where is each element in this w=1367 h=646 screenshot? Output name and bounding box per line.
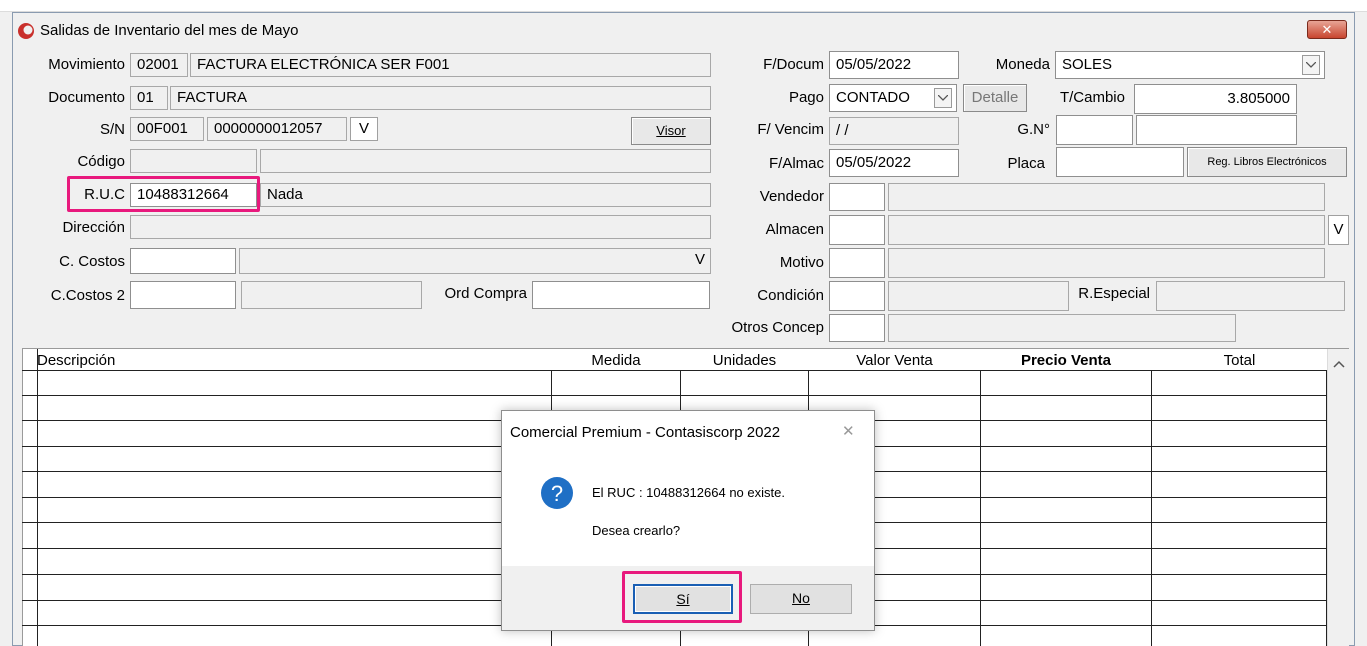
documento-desc-field[interactable]: FACTURA xyxy=(170,86,711,110)
fvencim-label: F/ Vencim xyxy=(757,121,824,138)
gn-numero-field[interactable] xyxy=(1136,115,1297,145)
ccostos-code-field[interactable] xyxy=(130,248,236,274)
grid-row-line xyxy=(22,395,1327,396)
documento-label: Documento xyxy=(48,89,125,106)
ccostos-v-button[interactable]: V xyxy=(695,251,705,268)
reg-libros-electronicos-button[interactable]: Reg. Libros Electrónicos xyxy=(1187,147,1347,177)
almacen-label: Almacen xyxy=(765,221,824,238)
close-window-button[interactable]: ✕ xyxy=(1307,20,1347,39)
otros-concep-label: Otros Concep xyxy=(731,319,824,336)
codigo-code-field[interactable] xyxy=(130,149,257,173)
visor-button[interactable]: Visor xyxy=(631,117,711,145)
direccion-field[interactable] xyxy=(130,215,711,239)
serie-field[interactable]: 00F001 xyxy=(130,117,204,141)
grid-scrollbar[interactable] xyxy=(1327,349,1349,646)
col-header-unidades[interactable]: Unidades xyxy=(680,350,809,372)
vendedor-desc-field[interactable] xyxy=(888,183,1325,211)
motivo-desc-field[interactable] xyxy=(888,248,1325,278)
falmac-field[interactable]: 05/05/2022 xyxy=(829,149,959,177)
col-header-total[interactable]: Total xyxy=(1152,350,1327,372)
otros-concep-desc-field[interactable] xyxy=(888,314,1236,342)
direccion-label: Dirección xyxy=(62,219,125,236)
respecial-label: R.Especial xyxy=(1078,285,1150,302)
tcambio-label: T/Cambio xyxy=(1059,89,1125,106)
question-mark: ? xyxy=(551,481,563,506)
chevron-down-icon xyxy=(1306,62,1316,68)
numero-field[interactable]: 0000000012057 xyxy=(207,117,347,141)
ord-compra-field[interactable] xyxy=(532,281,710,309)
fvencim-field[interactable]: / / xyxy=(829,117,959,145)
pago-dropdown-arrow[interactable] xyxy=(934,88,952,108)
ruc-name-field[interactable]: Nada xyxy=(260,183,711,207)
fdocum-field[interactable]: 05/05/2022 xyxy=(829,51,959,79)
dialog-message: El RUC : 10488312664 no existe. xyxy=(592,485,785,500)
codigo-label: Código xyxy=(77,153,125,170)
question-icon: ? xyxy=(541,477,573,509)
moneda-label: Moneda xyxy=(995,56,1050,73)
chevron-down-icon xyxy=(938,95,948,101)
dialog-title: Comercial Premium - Contasiscorp 2022 xyxy=(510,424,781,441)
falmac-label: F/Almac xyxy=(768,155,824,172)
app-logo-icon xyxy=(18,23,34,39)
condicion-code-field[interactable] xyxy=(829,281,885,311)
condicion-label: Condición xyxy=(757,287,824,304)
gn-serie-field[interactable] xyxy=(1056,115,1133,145)
tcambio-field[interactable]: 3.805000 xyxy=(1134,84,1297,114)
col-header-medida[interactable]: Medida xyxy=(552,350,680,372)
placa-label: Placa xyxy=(1007,155,1045,172)
ruc-highlight xyxy=(67,176,260,212)
motivo-label: Motivo xyxy=(779,254,824,271)
documento-code-field[interactable]: 01 xyxy=(130,86,168,110)
chevron-up-icon xyxy=(1333,360,1345,368)
ccostos2-label: C.Costos 2 xyxy=(50,287,125,304)
ccostos2-code-field[interactable] xyxy=(130,281,236,309)
sn-v-button[interactable]: V xyxy=(350,117,378,141)
pago-label: Pago xyxy=(788,89,824,106)
otros-concep-code-field[interactable] xyxy=(829,314,885,342)
yes-button-highlight xyxy=(622,571,742,623)
grid-column-line xyxy=(980,370,981,646)
col-header-precio-venta[interactable]: Precio Venta xyxy=(980,350,1152,372)
movimiento-label: Movimiento xyxy=(48,56,125,73)
col-header-descripcion[interactable]: Descripción xyxy=(37,350,115,372)
condicion-desc-field[interactable] xyxy=(888,281,1069,311)
background-strip xyxy=(0,0,1367,12)
grid-column-line xyxy=(1151,370,1152,646)
respecial-field[interactable] xyxy=(1156,281,1345,311)
ccostos-desc-field[interactable] xyxy=(239,248,711,274)
moneda-select[interactable]: SOLES xyxy=(1055,51,1325,79)
ccostos-label: C. Costos xyxy=(59,253,125,270)
movimiento-code-field[interactable]: 02001 xyxy=(130,53,188,77)
sn-label: S/N xyxy=(99,121,125,138)
almacen-code-field[interactable] xyxy=(829,215,885,245)
almacen-v-button[interactable]: V xyxy=(1328,215,1349,245)
no-button[interactable]: No xyxy=(750,584,852,614)
gn-label: G.N° xyxy=(1017,121,1050,138)
motivo-code-field[interactable] xyxy=(829,248,885,278)
ord-compra-label: Ord Compra xyxy=(444,285,527,302)
placa-field[interactable] xyxy=(1056,147,1184,177)
vendedor-code-field[interactable] xyxy=(829,183,885,211)
codigo-desc-field[interactable] xyxy=(260,149,711,173)
window-title: Salidas de Inventario del mes de Mayo xyxy=(40,22,299,39)
movimiento-desc-field[interactable]: FACTURA ELECTRÓNICA SER F001 xyxy=(190,53,711,77)
grid-row-line xyxy=(22,370,1327,371)
dialog-close-icon[interactable]: ✕ xyxy=(842,422,855,440)
moneda-dropdown-arrow[interactable] xyxy=(1302,55,1320,75)
detalle-button[interactable]: Detalle xyxy=(963,84,1027,112)
grid-column-line xyxy=(1326,370,1327,646)
dialog-question: Desea crearlo? xyxy=(592,523,681,538)
vendedor-label: Vendedor xyxy=(759,188,824,205)
fdocum-label: F/Docum xyxy=(763,56,824,73)
col-header-valor-venta[interactable]: Valor Venta xyxy=(809,350,980,372)
almacen-desc-field[interactable] xyxy=(888,215,1325,245)
ccostos2-desc-field[interactable] xyxy=(241,281,422,309)
